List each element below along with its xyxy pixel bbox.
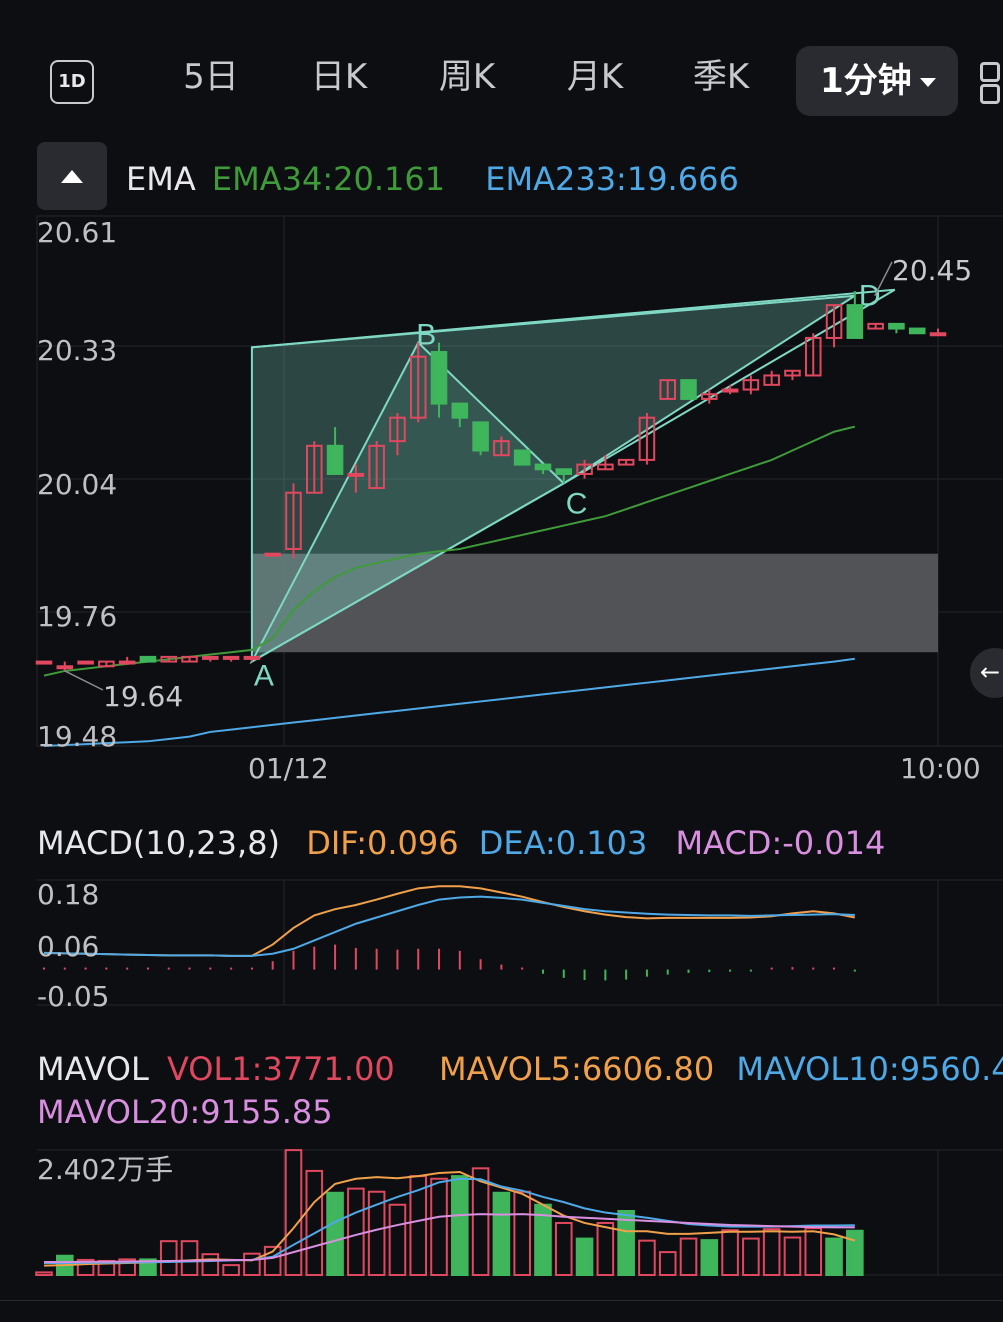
pattern-point-label-c: C [566, 487, 588, 520]
low-marker-label: 19.64 [103, 680, 184, 713]
volume-bar [804, 1227, 823, 1277]
mavol20-line [44, 1213, 855, 1263]
time-tick-label: 01/12 [248, 752, 329, 785]
volume-bar [451, 1175, 469, 1276]
volume-bar [679, 1237, 698, 1276]
volume-bar [658, 1251, 677, 1277]
price-tick-label: 19.76 [37, 600, 118, 633]
candle-body [326, 444, 344, 475]
candle-body [888, 322, 905, 330]
price-tick-label: 20.61 [37, 216, 118, 249]
candle-body [139, 655, 157, 663]
candle-body [118, 660, 136, 665]
pattern-point-label-a: A [254, 660, 274, 693]
volume-bar [513, 1190, 531, 1277]
candle-body [347, 472, 365, 477]
pattern-point-label-b: B [416, 319, 436, 352]
volume-tick-label: 2.402万手 [37, 1153, 174, 1186]
kline-chart-area[interactable]: ABCD [0, 0, 1003, 1322]
candle-body [680, 379, 697, 400]
volume-bar [700, 1239, 719, 1276]
volume-bar [554, 1221, 573, 1277]
candle-body [243, 655, 261, 660]
high-marker-label: 20.45 [892, 254, 973, 287]
volume-bar [575, 1237, 594, 1276]
volume-bar [347, 1187, 365, 1276]
volume-bar [762, 1228, 781, 1277]
volume-bar [638, 1239, 656, 1276]
candle-body [908, 327, 926, 335]
time-tick-label: 10:00 [900, 752, 981, 785]
arrow-left-icon: ← [980, 658, 1001, 686]
volume-bar [180, 1240, 199, 1277]
candle-body [56, 665, 74, 670]
macd-tick-label: 0.06 [37, 930, 100, 963]
candle-body [35, 660, 53, 665]
price-tick-label: 20.04 [37, 468, 118, 501]
volume-bar [846, 1229, 864, 1276]
volume-bar [35, 1271, 53, 1276]
candle-body [202, 655, 219, 660]
volume-bar [492, 1191, 511, 1276]
volume-bar [222, 1264, 240, 1277]
candle-body [222, 655, 240, 660]
candle-body [77, 660, 94, 665]
dea-line [43, 895, 855, 957]
macd-tick-label: -0.05 [37, 980, 110, 1013]
low-marker-pointer [64, 670, 104, 691]
volume-bar [596, 1221, 615, 1277]
volume-bar [243, 1252, 261, 1276]
candle-body [513, 449, 531, 466]
volume-bar [471, 1167, 490, 1277]
candle-body [451, 402, 469, 419]
bottom-divider [0, 1300, 1003, 1301]
candle-body [555, 468, 573, 475]
volume-bar [721, 1229, 739, 1276]
macd-tick-label: 0.18 [37, 878, 100, 911]
volume-bar [284, 1149, 303, 1277]
volume-bar [783, 1236, 802, 1277]
volume-bar [159, 1240, 178, 1277]
price-tick-label: 19.48 [37, 720, 118, 753]
candle-body [534, 463, 552, 471]
volume-bar [305, 1169, 324, 1276]
price-tick-label: 20.33 [37, 334, 118, 367]
candle-body [929, 332, 947, 337]
volume-bar [326, 1191, 344, 1276]
volume-bar [825, 1237, 843, 1276]
candle-body [721, 388, 739, 393]
candle-body [472, 421, 489, 452]
mavol10-line [44, 1177, 855, 1265]
volume-bar [388, 1203, 407, 1277]
candle-body [430, 351, 448, 405]
candle-body [264, 552, 281, 557]
volume-bar [201, 1253, 220, 1276]
dif-line [43, 885, 856, 957]
volume-bar [430, 1177, 448, 1277]
candle-body [846, 304, 864, 339]
volume-bar [742, 1237, 760, 1276]
